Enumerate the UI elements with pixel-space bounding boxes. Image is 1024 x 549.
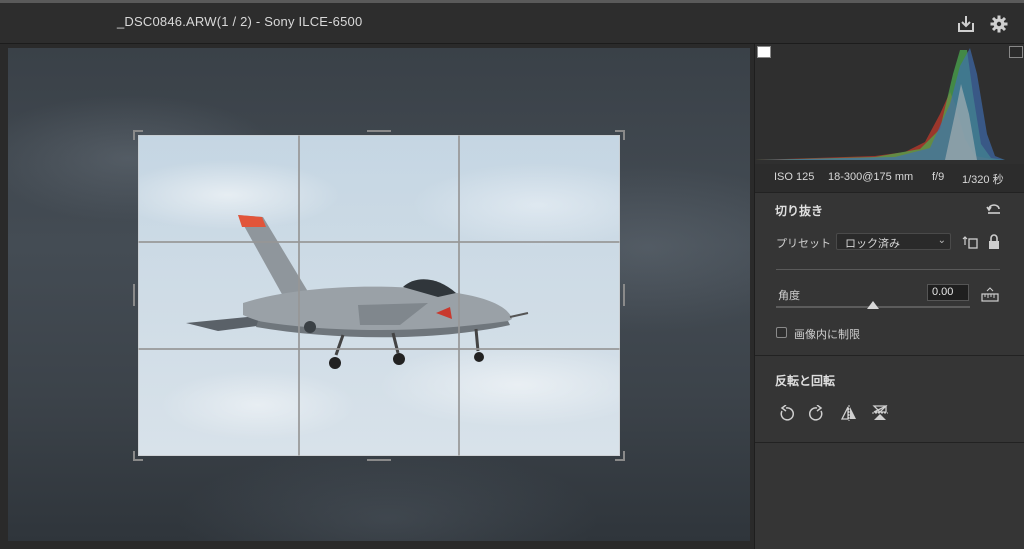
straighten-tool-icon[interactable] [981,286,999,304]
exif-bar: ISO 125 18-300@175 mm f/9 1/320 秒 [755,164,1024,192]
divider [755,192,1024,193]
constrain-label: 画像内に制限 [794,329,860,341]
transform-section-title: 反転と回転 [775,374,836,388]
crop-handle-top-right[interactable] [615,130,625,140]
section-separator [776,269,1000,270]
exif-shutter: 1/320 秒 [962,174,1004,186]
title-bar: _DSC0846.ARW(1 / 2) - Sony ILCE-6500 [0,0,1024,44]
crop-handle-right[interactable] [623,284,625,306]
flip-vertical-icon[interactable] [871,404,889,422]
image-canvas[interactable] [8,48,750,541]
preset-value: ロック済み [845,238,900,250]
app-window: _DSC0846.ARW(1 / 2) - Sony ILCE-6500 ISO… [0,0,1024,549]
highlight-clipping-toggle[interactable] [1009,46,1023,58]
divider [755,355,1024,356]
lock-icon[interactable] [985,233,1003,251]
crop-section-title: 切り抜き [775,204,824,218]
preset-label: プリセット [776,238,831,250]
save-icon[interactable] [956,14,976,34]
reset-crop-icon[interactable] [985,201,1003,219]
crop-handle-left[interactable] [133,284,135,306]
constrain-to-image-checkbox[interactable] [776,327,787,338]
right-panel: ISO 125 18-300@175 mm f/9 1/320 秒 切り抜き プ… [754,44,1024,549]
histogram-graph [755,48,1005,160]
flip-horizontal-icon[interactable] [840,404,858,422]
crop-handle-bottom[interactable] [367,459,391,461]
exif-lens: 18-300@175 mm [828,171,914,183]
rotate-left-icon[interactable] [777,405,795,423]
exif-aperture: f/9 [932,171,945,183]
angle-slider-thumb[interactable] [867,301,879,309]
gear-icon[interactable] [989,14,1009,34]
crop-handle-top-left[interactable] [133,130,143,140]
crop-border [138,135,620,456]
preset-dropdown[interactable]: ロック済み ⌄ [836,233,951,250]
window-title: _DSC0846.ARW(1 / 2) - Sony ILCE-6500 [117,14,363,29]
exif-iso: ISO 125 [774,171,815,183]
histogram [755,44,1024,164]
crop-handle-bottom-right[interactable] [615,451,625,461]
angle-input[interactable]: 0.00 [927,284,969,301]
crop-preview-image[interactable] [138,135,620,456]
divider [755,442,1024,443]
crop-handle-top[interactable] [367,130,391,132]
angle-label: 角度 [778,290,800,302]
aspect-ratio-orientation-icon[interactable] [962,233,980,251]
rotate-right-icon[interactable] [808,405,826,423]
chevron-down-icon: ⌄ [937,235,946,246]
crop-handle-bottom-left[interactable] [133,451,143,461]
shadow-clipping-toggle[interactable] [757,46,771,58]
